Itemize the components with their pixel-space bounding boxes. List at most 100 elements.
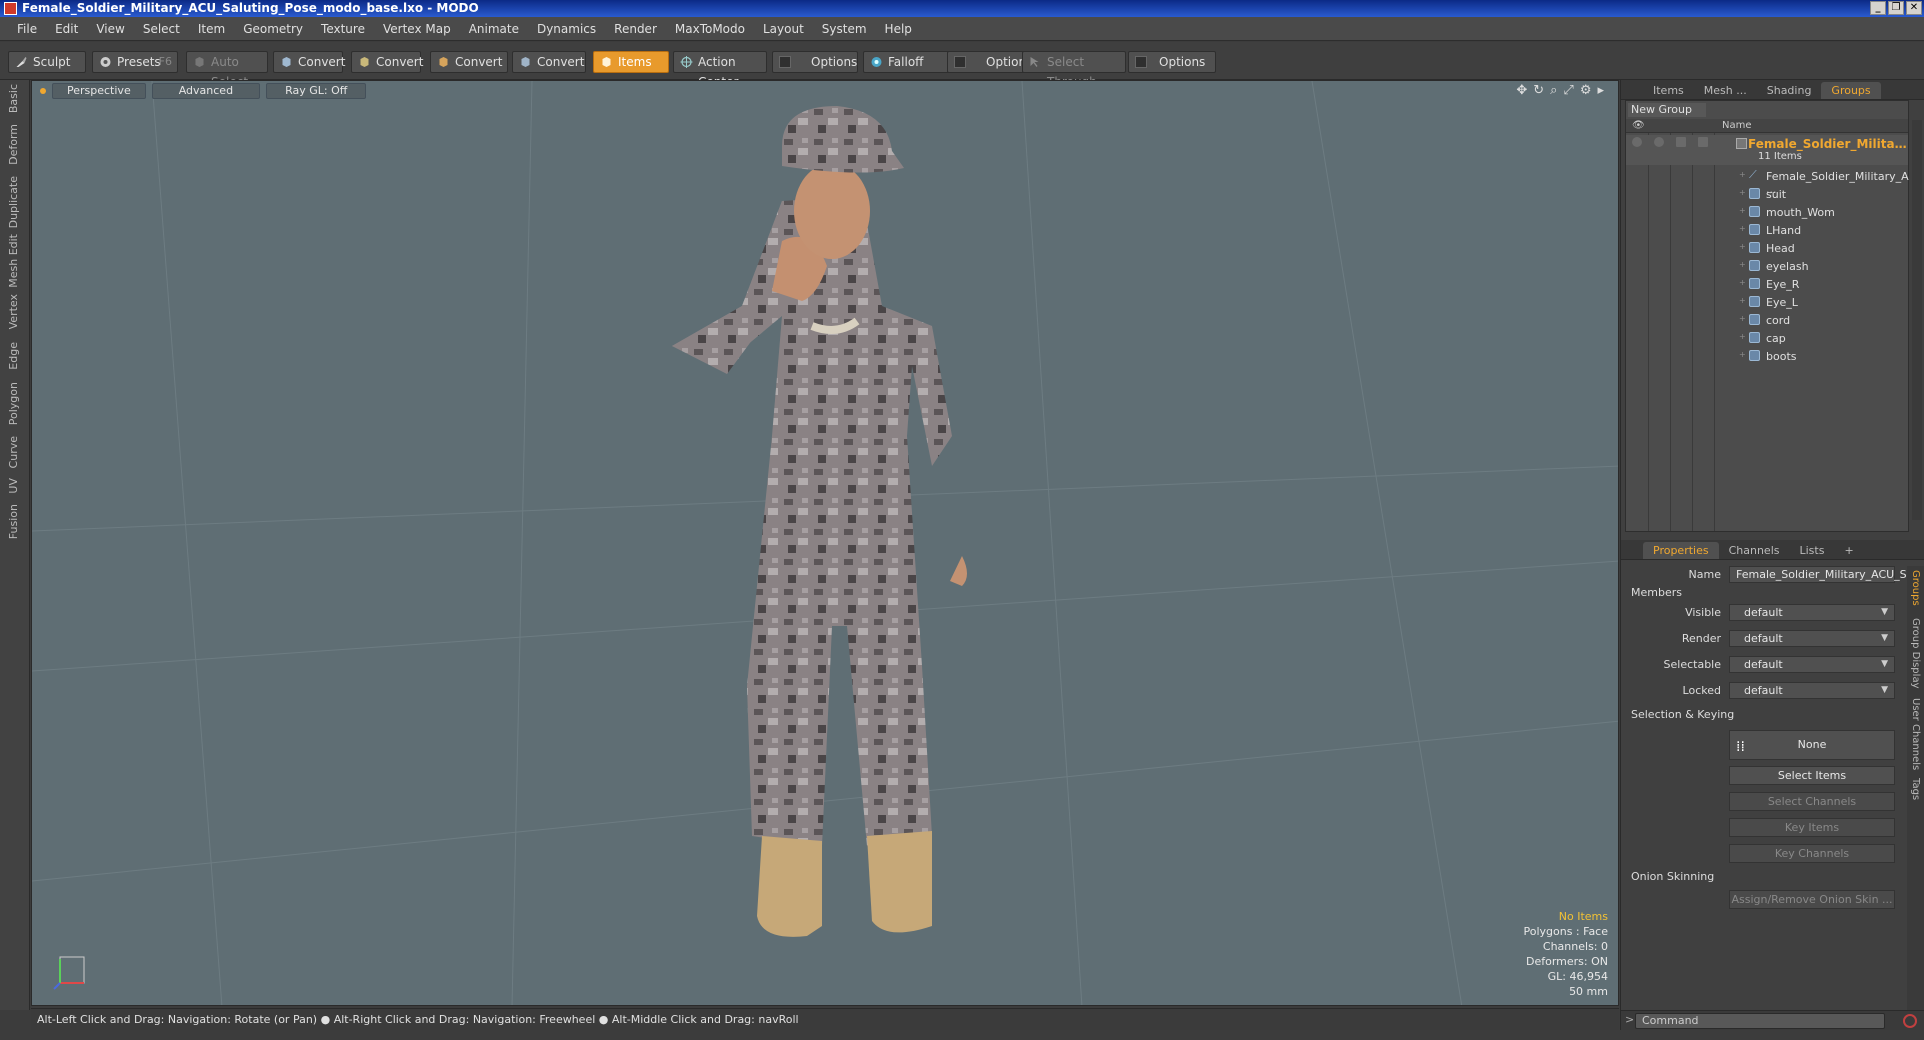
render-toggle-icon[interactable] bbox=[1654, 137, 1664, 147]
menu-vertex-map[interactable]: Vertex Map bbox=[374, 22, 460, 36]
viewport-menu-icon[interactable] bbox=[40, 88, 46, 94]
list-item[interactable]: + cap bbox=[1626, 329, 1908, 347]
options-button-2[interactable]: Options bbox=[947, 51, 1033, 73]
presets-button[interactable]: Presets F6 bbox=[92, 51, 178, 73]
menu-dynamics[interactable]: Dynamics bbox=[528, 22, 605, 36]
tab-mesh[interactable]: Mesh ... bbox=[1694, 82, 1757, 99]
command-input[interactable]: Command bbox=[1635, 1013, 1885, 1029]
list-item[interactable]: + Eye_L bbox=[1626, 293, 1908, 311]
none-button[interactable]: ⁞⁞ None bbox=[1729, 730, 1895, 760]
minimize-button[interactable]: _ bbox=[1870, 1, 1886, 15]
list-item[interactable]: + mouth_Wom bbox=[1626, 203, 1908, 221]
menu-help[interactable]: Help bbox=[876, 22, 921, 36]
tab-items[interactable]: Items bbox=[1643, 82, 1694, 99]
side-tab-group-display[interactable]: Group Display bbox=[1910, 618, 1921, 688]
convert-button-1[interactable]: Convert bbox=[273, 51, 345, 73]
select-toggle-icon[interactable] bbox=[1698, 137, 1708, 147]
tab-groups[interactable]: Groups bbox=[1821, 82, 1881, 99]
convert-button-4[interactable]: Convert bbox=[512, 51, 586, 73]
new-group-button[interactable]: New Group bbox=[1628, 103, 1706, 117]
selectable-dropdown[interactable]: default ▼ bbox=[1729, 656, 1895, 673]
list-item[interactable]: + eyelash bbox=[1626, 257, 1908, 275]
assign-onion-skin-button[interactable]: Assign/Remove Onion Skin ... bbox=[1729, 890, 1895, 909]
3d-viewport[interactable]: Perspective Advanced Ray GL: Off ✥ ↻ ⌕ ⤢… bbox=[31, 80, 1619, 1006]
menu-texture[interactable]: Texture bbox=[312, 22, 374, 36]
raygl-toggle[interactable]: Ray GL: Off bbox=[266, 83, 367, 99]
list-item[interactable]: + LHand bbox=[1626, 221, 1908, 239]
action-center-button[interactable]: Action Center bbox=[673, 51, 767, 89]
group-row-root[interactable]: Female_Soldier_Military ... 11 Items bbox=[1626, 135, 1908, 165]
auto-select-button[interactable]: Auto Select bbox=[186, 51, 268, 89]
menu-view[interactable]: View bbox=[87, 22, 133, 36]
list-item[interactable]: + cord bbox=[1626, 311, 1908, 329]
tab-uv[interactable]: UV bbox=[7, 478, 20, 494]
falloff-button[interactable]: Falloff bbox=[863, 51, 949, 73]
render-label: Render bbox=[1681, 632, 1721, 645]
options-button-1[interactable]: Options bbox=[772, 51, 858, 73]
zoom-icon[interactable]: ⌕ bbox=[1550, 83, 1557, 98]
sculpt-button[interactable]: Sculpt bbox=[8, 51, 86, 73]
tab-mesh-edit[interactable]: Mesh Edit bbox=[7, 234, 20, 288]
selection-keying-section[interactable]: Selection & Keying bbox=[1631, 708, 1734, 721]
menu-animate[interactable]: Animate bbox=[460, 22, 528, 36]
soldier-model[interactable] bbox=[632, 106, 1052, 986]
menu-edit[interactable]: Edit bbox=[46, 22, 87, 36]
menu-maxtomodo[interactable]: MaxToModo bbox=[666, 22, 754, 36]
tab-edge[interactable]: Edge bbox=[7, 342, 20, 370]
menu-render[interactable]: Render bbox=[605, 22, 666, 36]
list-item[interactable]: + boots bbox=[1626, 347, 1908, 365]
onion-skinning-section[interactable]: Onion Skinning bbox=[1631, 870, 1714, 883]
menu-system[interactable]: System bbox=[813, 22, 876, 36]
close-button[interactable]: ✕ bbox=[1906, 1, 1922, 15]
locked-dropdown[interactable]: default ▼ bbox=[1729, 682, 1895, 699]
perspective-dropdown[interactable]: Perspective bbox=[52, 83, 146, 99]
members-section[interactable]: Members bbox=[1631, 586, 1682, 599]
list-item[interactable]: + suit bbox=[1626, 185, 1908, 203]
shading-advanced-dropdown[interactable]: Advanced bbox=[151, 83, 261, 99]
tab-fusion[interactable]: Fusion bbox=[7, 504, 20, 539]
menu-item[interactable]: Item bbox=[189, 22, 234, 36]
convert-button-3[interactable]: Convert bbox=[430, 51, 508, 73]
options-checkbox-2[interactable] bbox=[954, 56, 966, 68]
side-tab-user-channels[interactable]: User Channels bbox=[1910, 698, 1921, 770]
record-icon[interactable] bbox=[1903, 1014, 1917, 1028]
render-dropdown[interactable]: default ▼ bbox=[1729, 630, 1895, 647]
side-tab-groups[interactable]: Groups bbox=[1910, 570, 1921, 606]
rotate-icon[interactable]: ↻ bbox=[1533, 83, 1544, 98]
options-checkbox-1[interactable] bbox=[779, 56, 791, 68]
visible-dropdown[interactable]: default ▼ bbox=[1729, 604, 1895, 621]
tab-shading[interactable]: Shading bbox=[1757, 82, 1822, 99]
visibility-toggle-icon[interactable] bbox=[1632, 137, 1642, 147]
menu-select[interactable]: Select bbox=[134, 22, 189, 36]
list-item[interactable]: + Head bbox=[1626, 239, 1908, 257]
convert-button-2[interactable]: Convert bbox=[351, 51, 423, 73]
settings-gear-icon[interactable]: ⚙ bbox=[1580, 83, 1592, 98]
tab-vertex[interactable]: Vertex bbox=[7, 294, 20, 329]
move-icon[interactable]: ✥ bbox=[1516, 83, 1527, 98]
fit-icon[interactable]: ⤢ bbox=[1563, 83, 1573, 98]
select-through-button[interactable]: Select Through bbox=[1022, 51, 1126, 89]
select-items-button[interactable]: Select Items bbox=[1729, 766, 1895, 785]
select-channels-button[interactable]: Select Channels bbox=[1729, 792, 1895, 811]
menu-file[interactable]: File bbox=[8, 22, 46, 36]
tab-curve[interactable]: Curve bbox=[7, 436, 20, 468]
list-item[interactable]: + Eye_R bbox=[1626, 275, 1908, 293]
key-channels-button[interactable]: Key Channels bbox=[1729, 844, 1895, 863]
expand-arrow-icon[interactable]: ▸ bbox=[1597, 83, 1604, 98]
name-field[interactable]: Female_Soldier_Military_ACU_Sa bbox=[1729, 566, 1913, 583]
tab-deform[interactable]: Deform bbox=[7, 124, 20, 165]
tab-polygon[interactable]: Polygon bbox=[7, 382, 20, 425]
key-items-button[interactable]: Key Items bbox=[1729, 818, 1895, 837]
side-tab-tags[interactable]: Tags bbox=[1910, 778, 1921, 800]
restore-button[interactable]: ❐ bbox=[1888, 1, 1904, 15]
options-button-3[interactable]: Options bbox=[1128, 51, 1216, 73]
menu-layout[interactable]: Layout bbox=[754, 22, 813, 36]
list-item[interactable]: + ⟋ Female_Soldier_Military_A ... bbox=[1626, 167, 1909, 196]
list-scrollbar[interactable] bbox=[1912, 120, 1922, 520]
lock-toggle-icon[interactable] bbox=[1676, 137, 1686, 147]
tab-duplicate[interactable]: Duplicate bbox=[7, 176, 20, 228]
items-mode-button[interactable]: Items bbox=[593, 51, 669, 73]
tab-basic[interactable]: Basic bbox=[7, 84, 20, 113]
options-checkbox-3[interactable] bbox=[1135, 56, 1147, 68]
menu-geometry[interactable]: Geometry bbox=[234, 22, 312, 36]
